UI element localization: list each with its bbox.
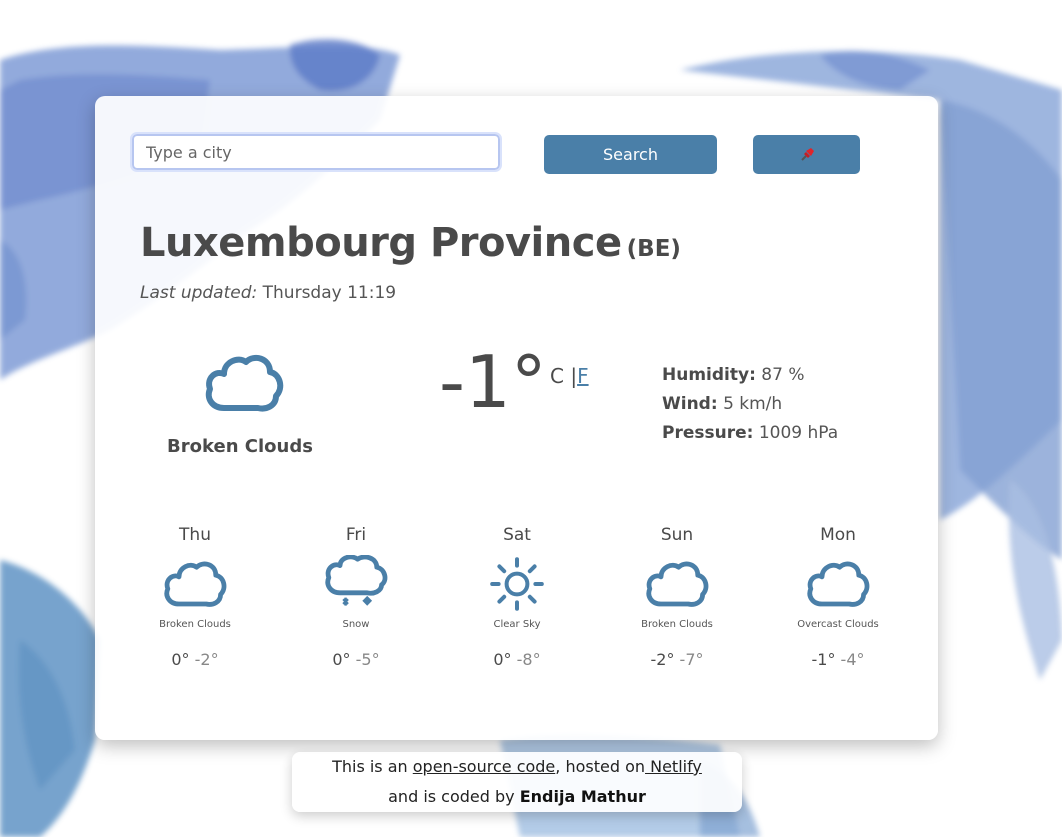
forecast-min: -8° (516, 650, 541, 669)
cloud-icon (646, 561, 709, 607)
open-source-link[interactable]: open-source code (413, 757, 556, 776)
forecast-min: -2° (194, 650, 219, 669)
city-heading: Luxembourg Province (BE) (140, 220, 681, 266)
cloud-icon (807, 561, 870, 607)
forecast-description: Overcast Clouds (797, 619, 879, 630)
search-button[interactable]: Search (544, 135, 717, 174)
forecast-temps: 0° -5° (286, 650, 426, 669)
forecast-day-name: Fri (345, 525, 367, 545)
forecast-day: Sat Clear Sky 0° -8° (447, 521, 587, 669)
last-updated: Last updated: Thursday 11:19 (140, 283, 396, 303)
footer-text-1: This is an (332, 757, 413, 776)
wind-value: 5 km/h (723, 394, 783, 414)
pin-icon (800, 147, 814, 161)
pressure-label: Pressure: (662, 423, 754, 443)
forecast-day: Thu Broken Clouds 0° -2° (125, 521, 265, 669)
weather-details: Humidity: 87 % Wind: 5 km/h Pressure: 10… (662, 361, 838, 448)
current-temperature: -1° (439, 340, 547, 424)
netlify-link[interactable]: Netlify (645, 757, 702, 776)
cloud-icon (205, 354, 284, 412)
city-search-input[interactable] (130, 132, 502, 172)
forecast-day: Mon Overcast Clouds -1° -4° (768, 521, 908, 669)
unit-toggle: C |F (550, 364, 589, 388)
forecast-day-name: Sat (503, 525, 531, 545)
forecast-max: 0° (493, 650, 512, 669)
forecast-max: 0° (171, 650, 190, 669)
city-name: Luxembourg Province (140, 220, 622, 266)
sun-icon (490, 557, 544, 611)
forecast-day: Fri Snow 0° -5° (286, 521, 426, 669)
forecast-min: -7° (679, 650, 704, 669)
last-updated-value: Thursday 11:19 (262, 283, 397, 303)
last-updated-label: Last updated: (140, 283, 258, 303)
forecast-day-name: Thu (179, 525, 211, 545)
forecast-temps: 0° -2° (125, 650, 265, 669)
forecast-max: -2° (650, 650, 675, 669)
unit-fahrenheit-link[interactable]: F (577, 364, 589, 388)
forecast-day-name: Sun (660, 525, 694, 545)
footer-line-1: This is an open-source code, hosted on N… (292, 752, 742, 782)
cloud-icon (164, 561, 227, 607)
current-description: Broken Clouds (167, 436, 313, 457)
forecast-description: Broken Clouds (641, 619, 713, 630)
forecast-day: Sun Broken Clouds -2° -7° (607, 521, 747, 669)
pressure-value: 1009 hPa (758, 423, 839, 443)
footer: This is an open-source code, hosted on N… (292, 752, 742, 812)
unit-celsius: C (550, 364, 564, 388)
author-name: Endija Mathur (519, 787, 646, 806)
forecast-min: -4° (840, 650, 865, 669)
forecast-temps: 0° -8° (447, 650, 587, 669)
forecast-day-name: Mon (820, 525, 856, 545)
forecast-min: -5° (355, 650, 380, 669)
forecast-description: Clear Sky (493, 619, 541, 630)
forecast-description: Broken Clouds (159, 619, 231, 630)
snow-icon (325, 555, 388, 606)
forecast-temps: -1° -4° (768, 650, 908, 669)
footer-line-2: and is coded by Endija Mathur (292, 782, 742, 812)
pressure-row: Pressure: 1009 hPa (662, 419, 838, 448)
humidity-value: 87 % (761, 365, 805, 385)
current-location-button[interactable] (753, 135, 860, 174)
forecast-row: Thu Broken Clouds 0° -2° Fri Snow 0° -5°… (95, 521, 938, 701)
footer-text-3: and is coded by (388, 787, 520, 806)
footer-text-2: , hosted on (555, 757, 646, 776)
humidity-label: Humidity: (662, 365, 756, 385)
forecast-max: -1° (811, 650, 836, 669)
wind-label: Wind: (662, 394, 718, 414)
country-code: (BE) (626, 236, 681, 262)
forecast-description: Snow (342, 619, 370, 630)
wind-row: Wind: 5 km/h (662, 390, 838, 419)
forecast-max: 0° (332, 650, 351, 669)
humidity-row: Humidity: 87 % (662, 361, 838, 390)
forecast-temps: -2° -7° (607, 650, 747, 669)
weather-card: Search Luxembourg Province (BE) Last upd… (95, 96, 938, 740)
